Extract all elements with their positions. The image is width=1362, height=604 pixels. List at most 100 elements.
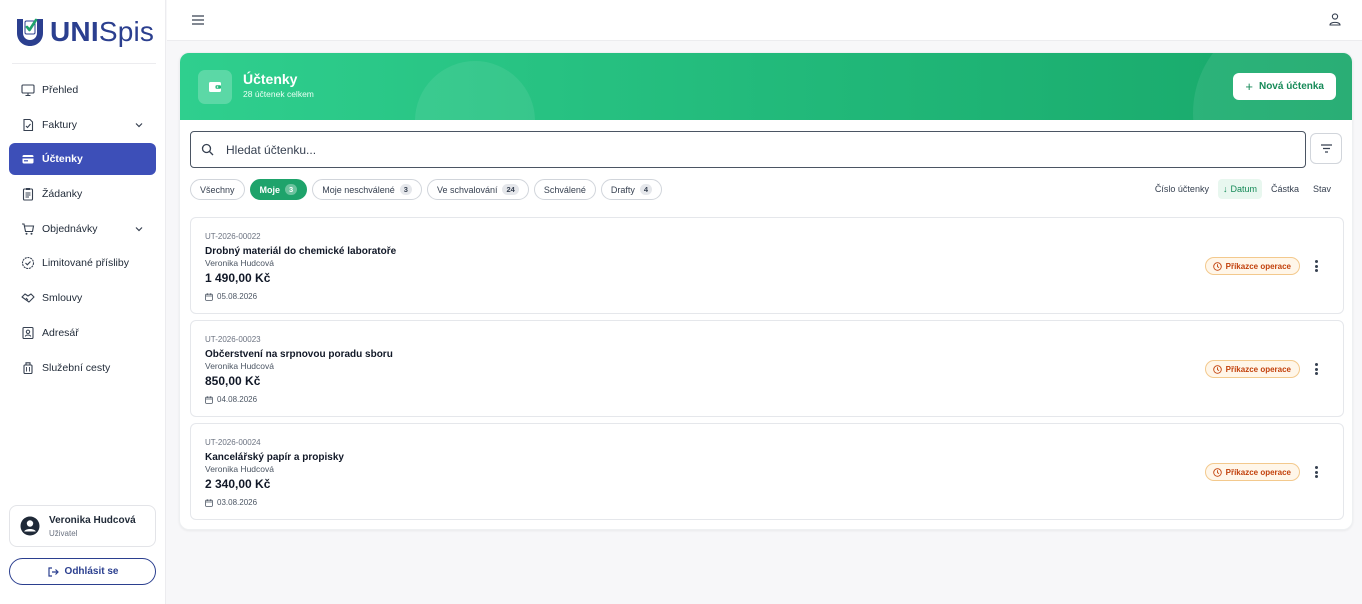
calendar-icon [205,498,213,507]
chip-label: Všechny [200,184,235,195]
sort-stav[interactable]: Stav [1308,179,1336,199]
logo[interactable]: UNISpis [14,14,154,50]
page-subtitle: 28 účtenek celkem [243,89,314,99]
sidebar-item-label: Účtenky [42,153,83,166]
monitor-icon [21,83,35,97]
sort-datum[interactable]: ↓ Datum [1217,179,1262,199]
receipt-amount: 1 490,00 Kč [205,271,271,285]
clock-icon [1212,467,1222,477]
search-input[interactable] [226,142,1226,157]
receipt-card[interactable]: UT-2026-00023 Občerstvení na srpnovou po… [190,320,1344,417]
receipt-date: 03.08.2026 [205,498,257,507]
sidebar-item-label: Faktury [42,118,78,131]
cart-icon [21,222,35,236]
search-icon [201,143,214,156]
sidebar-item-label: Přehled [42,84,79,96]
receipt-list: UT-2026-00022 Drobný materiál do chemick… [190,217,1344,526]
arrow-down-icon: ↓ [1222,184,1228,194]
chip-count: 4 [639,184,653,195]
sidebar-item-smlouvy[interactable]: Smlouvy [9,282,156,314]
receipt-number: UT-2026-00022 [205,232,261,241]
chip-label: Drafty [610,184,635,195]
sidebar-item-label: Služební cesty [42,361,111,374]
filter-chip-moje[interactable]: Moje 3 [249,179,308,200]
sort-cislo-uctenky[interactable]: Číslo účtenky [1150,179,1214,199]
status-text: Příkazce operace [1225,467,1291,477]
filter-chip-moje-neschvalene[interactable]: Moje neschválené 3 [312,179,422,200]
clock-icon [1212,364,1222,374]
filter-button[interactable] [1310,133,1342,164]
receipt-date-text: 04.08.2026 [217,395,258,404]
user-card[interactable]: Veronika Hudcová Uživatel [9,505,156,547]
receipt-card[interactable]: UT-2026-00024 Kancelářský papír a propis… [190,423,1344,520]
sort-label: Číslo účtenky [1154,184,1209,194]
status-text: Příkazce operace [1225,261,1291,271]
sidebar-item-faktury[interactable]: Faktury [9,109,156,141]
sidebar-item-adresar[interactable]: Adresář [9,317,156,349]
clipboard-icon [21,187,35,201]
page-title: Účtenky [243,71,298,87]
chip-label: Moje neschválené [322,184,395,195]
profile-icon[interactable] [1328,12,1342,26]
sidebar-item-label: Žádanky [42,188,83,201]
menu-icon[interactable] [191,14,205,26]
status-text: Příkazce operace [1225,364,1291,374]
sort-castka[interactable]: Částka [1266,179,1304,199]
receipt-title: Drobný materiál do chemické laboratoře [205,246,397,257]
sidebar-item-prehled[interactable]: Přehled [9,74,156,106]
check-circle-icon [21,256,35,270]
receipt-card[interactable]: UT-2026-00022 Drobný materiál do chemick… [190,217,1344,314]
more-options-icon[interactable] [1311,258,1321,274]
logo-text: UNISpis [50,16,155,47]
sidebar-item-uctenky[interactable]: Účtenky [9,143,156,176]
receipt-title: Kancelářský papír a propisky [205,452,344,463]
chevron-down-icon[interactable] [134,120,144,130]
receipt-author: Veronika Hudcová [205,361,274,371]
sidebar-item-sluzebni-cesty[interactable]: Služební cesty [9,352,156,384]
sidebar-nav: Přehled Faktury Účtenky Žádanky Objednáv… [9,74,156,386]
new-receipt-button[interactable]: + Nová účtenka [1233,73,1336,100]
receipts-panel: Účtenky 28 účtenek celkem + Nová účtenka… [179,52,1353,530]
sidebar-item-label: Adresář [42,326,79,339]
more-options-icon[interactable] [1311,464,1321,480]
contact-book-icon [21,326,35,340]
chip-count: 3 [399,184,412,195]
receipt-icon [21,152,35,166]
logo-shield-icon [17,18,43,46]
sidebar: UNISpis Přehled Faktury Účtenky Žádanky … [0,0,166,604]
new-receipt-label: Nová účtenka [1258,81,1324,92]
filter-chip-ve-schvalovani[interactable]: Ve schvalování 24 [426,179,529,200]
logout-icon [47,566,59,577]
filter-chip-schvalene[interactable]: Schválené [533,179,596,200]
clock-icon [1212,261,1222,271]
page-header: Účtenky 28 účtenek celkem + Nová účtenka [180,53,1352,120]
logout-button[interactable]: Odhlásit se [9,558,156,585]
calendar-icon [205,395,213,404]
receipt-number: UT-2026-00024 [205,438,261,447]
more-options-icon[interactable] [1311,361,1321,377]
sidebar-item-limitovane-prisliby[interactable]: Limitované přísliby [9,247,156,279]
filter-chips: Všechny Moje 3 Moje neschválené 3 Ve schva… [190,179,663,200]
logo-divider [12,63,156,64]
handshake-icon [21,291,35,305]
filter-chip-vsechny[interactable]: Všechny [190,179,245,200]
filter-icon [1320,144,1332,153]
receipt-title: Občerstvení na srpnovou poradu sboru [205,349,393,360]
chip-label: Schválené [543,184,586,195]
receipt-author: Veronika Hudcová [205,464,274,474]
receipt-date: 05.08.2026 [205,292,257,301]
sidebar-item-label: Limitované přísliby [42,257,129,270]
topbar [167,0,1362,41]
filter-chip-drafty[interactable]: Drafty 4 [600,179,663,200]
avatar [20,516,40,536]
invoice-icon [21,118,35,132]
sidebar-item-zadanky[interactable]: Žádanky [9,178,156,210]
chevron-down-icon[interactable] [134,224,144,234]
user-role: Uživatel [49,528,78,538]
logout-label: Odhlásit se [64,566,119,577]
sidebar-item-label: Smlouvy [42,292,83,305]
status-badge: Příkazce operace [1204,360,1300,378]
status-badge: Příkazce operace [1204,257,1300,275]
sidebar-item-label: Objednávky [42,222,98,235]
sidebar-item-objednavky[interactable]: Objednávky [9,213,156,245]
